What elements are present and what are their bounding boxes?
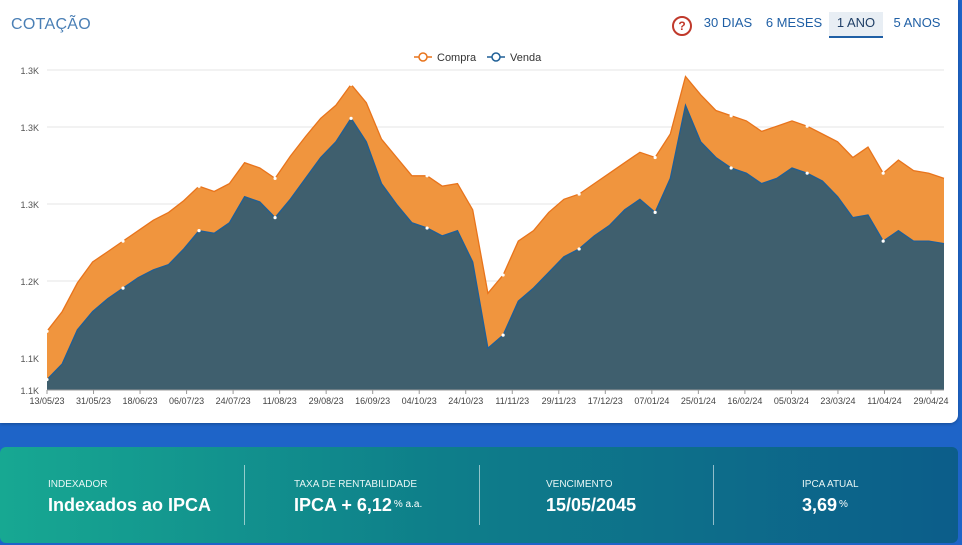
x-tick-label: 24/07/23 bbox=[216, 396, 251, 406]
ipca-unit: % bbox=[839, 499, 848, 510]
point-compra[interactable] bbox=[45, 329, 49, 333]
vencimento-value: 15/05/2045 bbox=[546, 495, 637, 515]
taxa-number: IPCA + 6,12 bbox=[294, 495, 392, 515]
indexador-value: Indexados ao IPCA bbox=[48, 495, 212, 515]
x-axis: 13/05/23 31/05/23 18/06/23 06/07/23 24/07/23… bbox=[29, 389, 949, 406]
x-tick-label: 25/01/24 bbox=[681, 396, 716, 406]
legend-compra-marker bbox=[418, 52, 428, 62]
x-tick-label: 29/04/24 bbox=[913, 396, 948, 406]
point-venda[interactable] bbox=[273, 215, 277, 220]
x-tick-label: 11/04/24 bbox=[867, 396, 901, 406]
point-venda[interactable] bbox=[197, 229, 201, 233]
x-tick-label: 18/06/23 bbox=[123, 396, 158, 406]
taxa-label: TAXA DE RENTABILIDADE bbox=[294, 479, 417, 490]
y-tick-label: 1.1K bbox=[20, 354, 39, 364]
point-compra[interactable] bbox=[653, 155, 657, 160]
legend-venda-marker bbox=[491, 52, 501, 62]
legend-venda-label[interactable]: Venda bbox=[510, 52, 542, 64]
x-tick-label: 07/01/24 bbox=[634, 396, 669, 406]
legend-compra-label[interactable]: Compra bbox=[437, 52, 477, 64]
x-tick-label: 31/05/23 bbox=[76, 396, 111, 406]
taxa-unit: % a.a. bbox=[393, 499, 423, 510]
y-tick-label: 1.3K bbox=[20, 200, 39, 210]
chart-legend: Compra Venda bbox=[414, 52, 542, 64]
x-tick-label: 24/10/23 bbox=[448, 396, 483, 406]
y-tick-label: 1.3K bbox=[20, 123, 39, 133]
point-venda[interactable] bbox=[349, 116, 353, 120]
chart-areas bbox=[45, 75, 945, 391]
vencimento-label: VENCIMENTO bbox=[546, 479, 613, 490]
point-compra[interactable] bbox=[881, 171, 885, 175]
x-tick-label: 29/08/23 bbox=[309, 396, 344, 406]
point-compra[interactable] bbox=[273, 176, 277, 181]
bond-info-banner: INDEXADOR Indexados ao IPCA TAXA DE RENT… bbox=[0, 447, 958, 543]
point-compra[interactable] bbox=[805, 124, 809, 128]
x-tick-label: 16/09/23 bbox=[355, 396, 390, 406]
divider bbox=[479, 465, 480, 525]
point-compra[interactable] bbox=[197, 184, 201, 188]
ipca-label: IPCA ATUAL bbox=[802, 479, 859, 490]
x-tick-label: 23/03/24 bbox=[820, 396, 855, 406]
point-compra[interactable] bbox=[121, 239, 125, 243]
taxa-value: IPCA + 6,12% a.a. bbox=[294, 495, 422, 516]
x-tick-label: 16/02/24 bbox=[727, 396, 762, 406]
ipca-number: 3,69 bbox=[802, 495, 838, 515]
y-tick-label: 1.2K bbox=[20, 277, 39, 287]
point-venda[interactable] bbox=[501, 333, 505, 337]
quotation-card: COTAÇÃO ? 30 DIAS 6 MESES 1 ANO 5 ANOS 1… bbox=[0, 0, 958, 423]
quotation-chart: 1.1K 1.1K 1.2K 1.3K 1.3K 1.3K 13/05/23 31/05/2… bbox=[20, 52, 949, 406]
point-venda[interactable] bbox=[121, 286, 125, 290]
point-venda[interactable] bbox=[881, 239, 885, 243]
x-tick-label: 17/12/23 bbox=[588, 396, 623, 406]
x-tick-label: 04/10/23 bbox=[402, 396, 437, 406]
divider bbox=[713, 465, 714, 525]
point-venda[interactable] bbox=[45, 377, 49, 382]
y-axis: 1.1K 1.1K 1.2K 1.3K 1.3K 1.3K bbox=[20, 66, 39, 396]
ipca-value: 3,69% bbox=[802, 495, 848, 516]
x-tick-label: 29/11/23 bbox=[542, 396, 576, 406]
point-compra[interactable] bbox=[349, 82, 353, 86]
x-tick-label: 11/08/23 bbox=[262, 396, 296, 406]
point-venda[interactable] bbox=[729, 166, 733, 170]
point-compra[interactable] bbox=[729, 114, 733, 118]
y-tick-label: 1.1K bbox=[20, 386, 39, 396]
x-tick-label: 11/11/23 bbox=[495, 396, 529, 406]
divider bbox=[244, 465, 245, 525]
point-compra[interactable] bbox=[425, 174, 429, 178]
indexador-label: INDEXADOR bbox=[48, 479, 108, 490]
x-tick-label: 13/05/23 bbox=[29, 396, 64, 406]
x-tick-label: 06/07/23 bbox=[169, 396, 204, 406]
y-tick-label: 1.3K bbox=[20, 66, 39, 76]
point-compra[interactable] bbox=[501, 273, 505, 277]
point-venda[interactable] bbox=[577, 247, 581, 251]
point-venda[interactable] bbox=[805, 171, 809, 175]
point-compra[interactable] bbox=[577, 192, 581, 196]
point-venda[interactable] bbox=[425, 226, 429, 230]
point-venda[interactable] bbox=[653, 210, 657, 214]
x-tick-label: 05/03/24 bbox=[774, 396, 809, 406]
